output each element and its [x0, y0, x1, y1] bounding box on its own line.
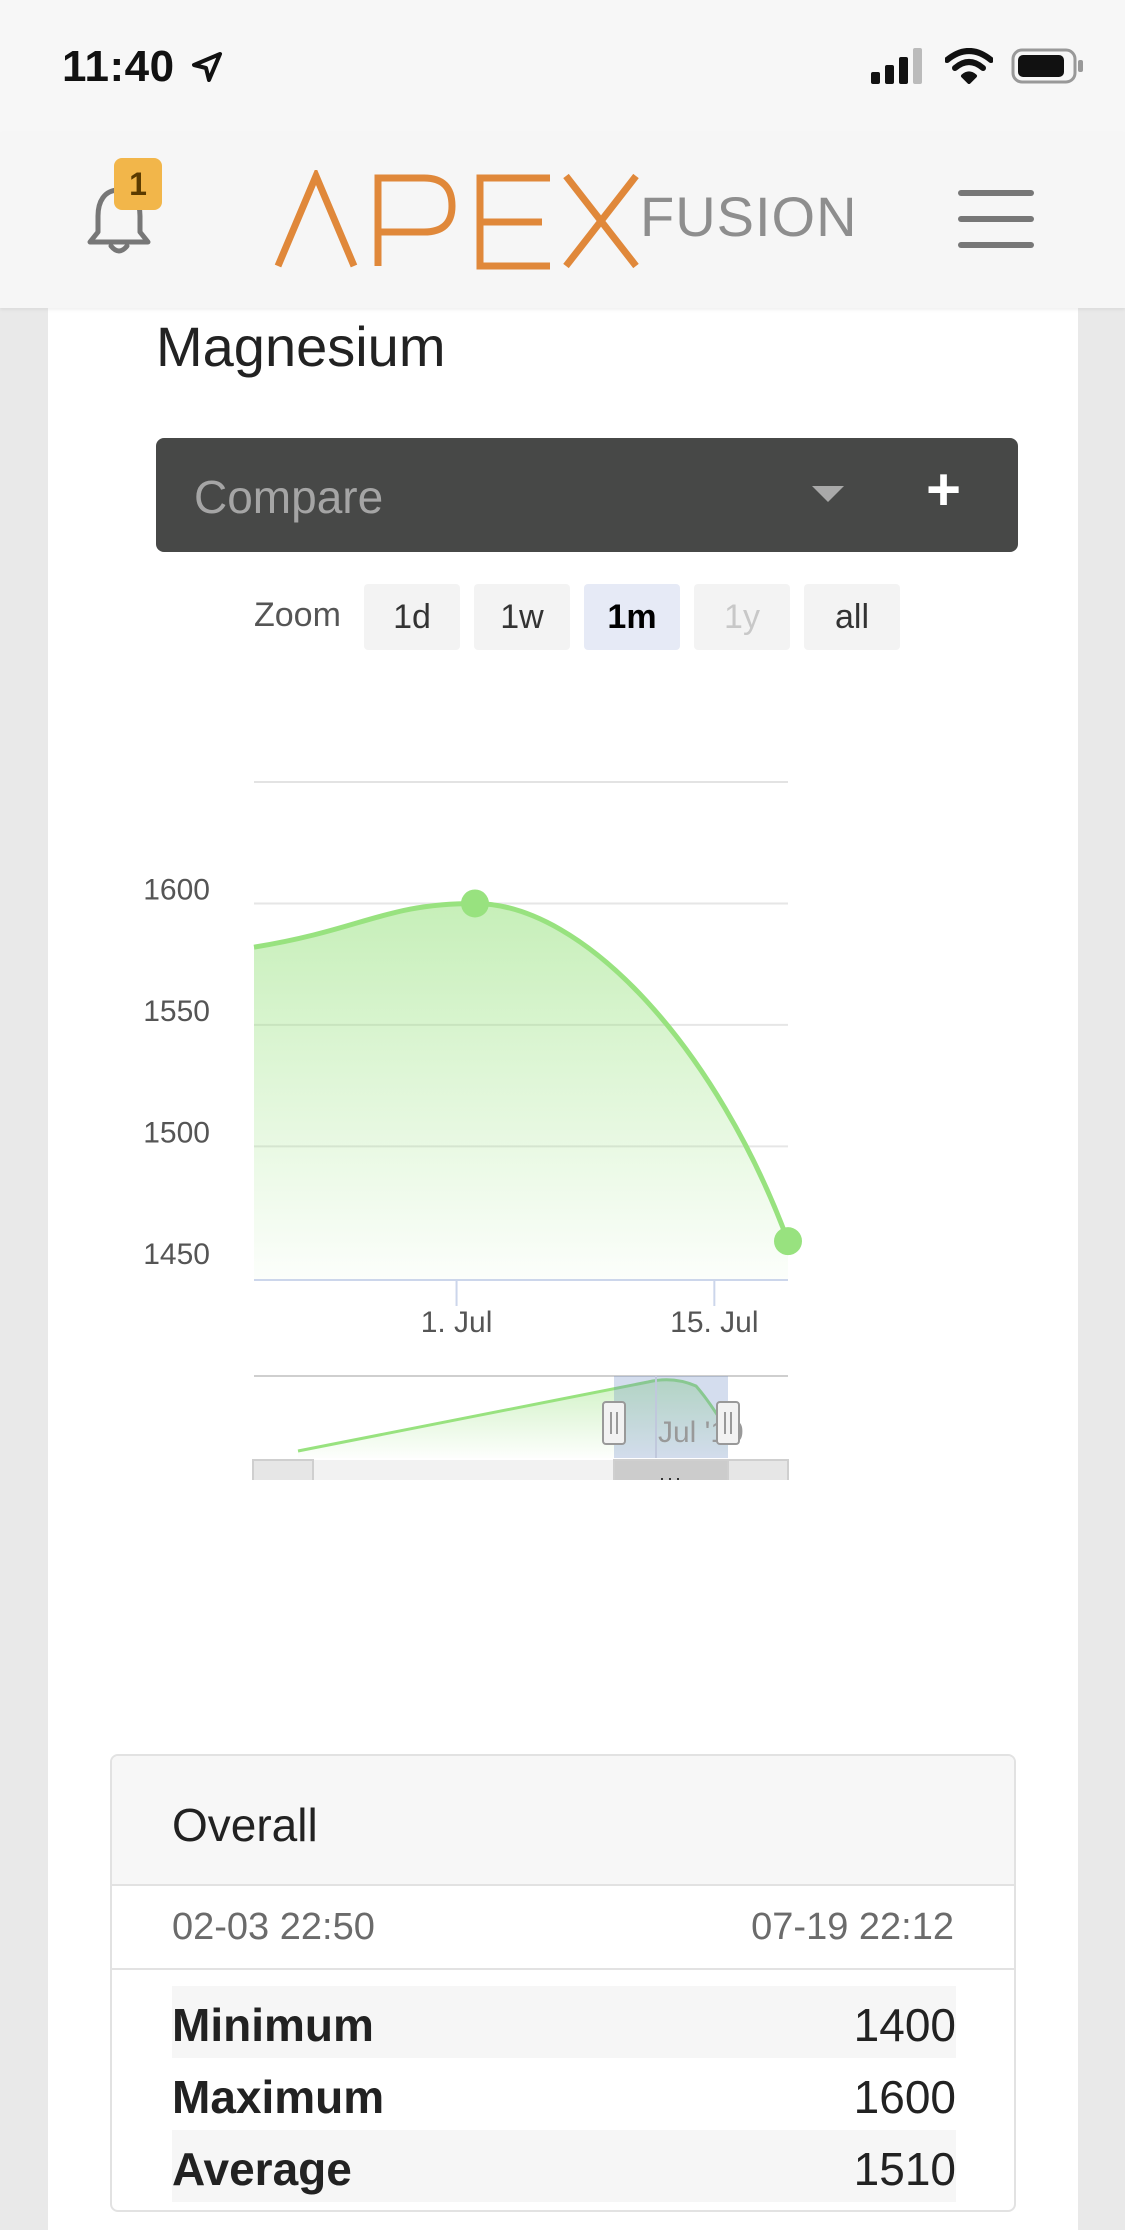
stat-value: 1510 — [853, 2143, 956, 2195]
thumb-body — [613, 1459, 729, 1480]
zoom-all-button[interactable]: all — [804, 584, 900, 650]
zoom-1d-button[interactable]: 1d — [364, 584, 460, 650]
y-tick-label: 1500 — [143, 1116, 210, 1149]
y-tick-label: 1450 — [143, 1238, 210, 1271]
button-body — [252, 1459, 314, 1480]
y-tick-label: 1550 — [143, 995, 210, 1028]
location-arrow-icon — [192, 52, 222, 82]
scrollbar-left-button[interactable] — [252, 1459, 314, 1480]
stat-row-minimum: Minimum 1400 — [172, 1986, 956, 2058]
stat-value: 1600 — [853, 2071, 956, 2123]
overall-title: Overall — [172, 1799, 318, 1851]
x-tick-label: 15. Jul — [670, 1306, 758, 1339]
chevron-down-icon[interactable] — [812, 486, 844, 502]
zoom-label: Zoom — [254, 596, 341, 634]
page-title: Magnesium — [156, 315, 446, 378]
stats-table: Minimum 1400 Maximum 1600 Average 1510 — [172, 1986, 956, 2202]
compare-select[interactable]: Compare + — [156, 438, 1018, 552]
stat-value: 1400 — [853, 1999, 956, 2051]
status-time: 11:40 — [62, 42, 175, 91]
navigator-right-handle[interactable] — [716, 1401, 740, 1445]
overall-panel: Overall 02-03 22:50 07-19 22:12 Minimum … — [110, 1754, 1016, 2212]
notification-badge[interactable]: 1 — [114, 158, 162, 210]
x-tick-label: 1. Jul — [421, 1306, 493, 1339]
data-point — [460, 889, 489, 918]
stat-name: Maximum — [172, 2071, 385, 2123]
button-body — [727, 1459, 789, 1480]
stat-name: Average — [172, 2143, 352, 2195]
add-compare-button[interactable]: + — [926, 460, 961, 520]
handle-body — [602, 1401, 626, 1445]
zoom-1w-button[interactable]: 1w — [474, 584, 570, 650]
zoom-1m-button[interactable]: 1m — [584, 584, 680, 650]
app-header: 1 FUSION — [0, 132, 1125, 308]
scrollbar-thumb[interactable] — [613, 1459, 729, 1480]
zoom-1y-button: 1y — [694, 584, 790, 650]
overall-date-range: 02-03 22:50 07-19 22:12 — [112, 1886, 1014, 1970]
data-point — [774, 1227, 802, 1256]
range-start: 02-03 22:50 — [172, 1906, 375, 1948]
y-tick-label: 1600 — [143, 873, 210, 906]
magnesium-chart: 14501500155016001. Jul 15. Jul Jul '19 — [143, 781, 802, 1480]
stat-name: Minimum — [172, 1999, 374, 2051]
series-area — [254, 903, 788, 1280]
status-bar: 11:40 — [0, 0, 1125, 132]
hamburger-menu-icon[interactable] — [958, 186, 1034, 252]
magnesium-card: Magnesium Compare + Zoom 1d 1w 1m 1y all — [48, 300, 1078, 2230]
scrollbar-right-button[interactable] — [727, 1459, 789, 1480]
battery-icon — [1011, 48, 1083, 84]
stat-row-average: Average 1510 — [172, 2130, 956, 2202]
cellular-signal-icon — [871, 48, 922, 84]
compare-placeholder: Compare — [194, 471, 384, 523]
overall-header: Overall — [112, 1756, 1014, 1886]
stat-row-maximum: Maximum 1600 — [172, 2058, 956, 2130]
range-end: 07-19 22:12 — [751, 1906, 954, 1948]
wifi-icon — [945, 48, 993, 84]
handle-body — [716, 1401, 740, 1445]
logo-fusion-text: FUSION — [640, 185, 858, 248]
navigator-left-handle[interactable] — [602, 1401, 626, 1445]
